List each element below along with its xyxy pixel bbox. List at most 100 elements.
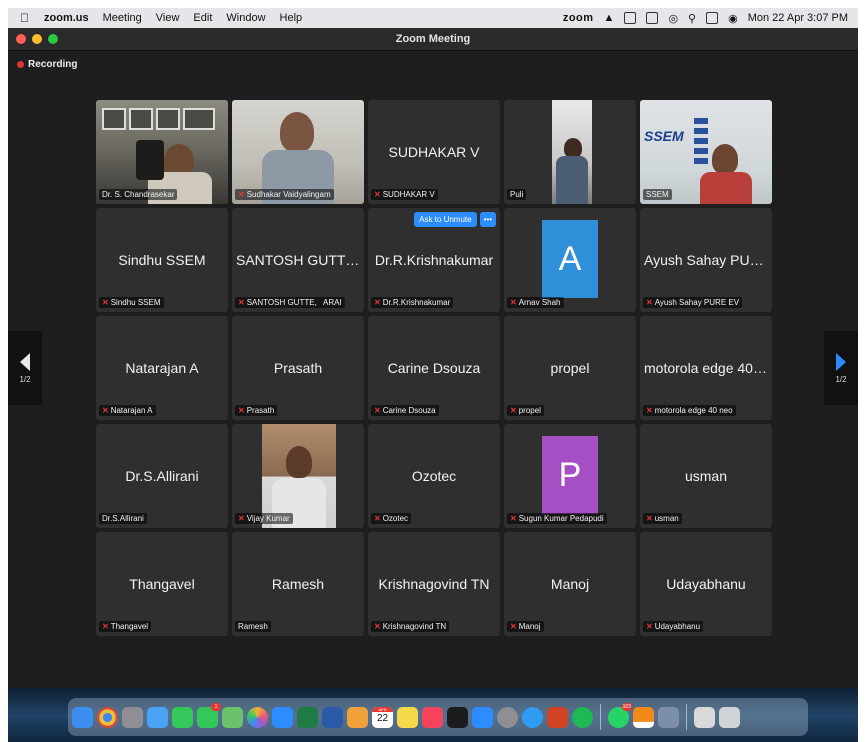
previous-page-button[interactable]: 1/2 bbox=[8, 331, 42, 405]
mail-icon[interactable] bbox=[147, 706, 168, 728]
powerpoint-icon[interactable] bbox=[547, 706, 568, 728]
preview-icon[interactable] bbox=[347, 706, 368, 728]
clock-text[interactable]: Mon 22 Apr 3:07 PM bbox=[748, 12, 848, 24]
calendar-icon[interactable]: APR 22 bbox=[372, 706, 393, 728]
participant-tile-sindhu[interactable]: Sindhu SSEM ✕ Sindhu SSEM bbox=[96, 208, 228, 312]
participant-tile-udayabhanu[interactable]: Udayabhanu ✕ Udayabhanu bbox=[640, 532, 772, 636]
participant-tile-carine[interactable]: Carine Dsouza ✕ Carine Dsouza bbox=[368, 316, 500, 420]
mic-muted-icon: ✕ bbox=[510, 406, 517, 415]
more-options-button[interactable]: ••• bbox=[479, 212, 496, 227]
whatsapp-icon[interactable]: 103 bbox=[608, 702, 632, 728]
video-feed bbox=[552, 100, 592, 204]
close-icon[interactable] bbox=[16, 34, 26, 44]
chrome-icon[interactable] bbox=[97, 706, 118, 728]
participant-tile-thangavel[interactable]: Thangavel ✕ Thangavel bbox=[96, 532, 228, 636]
page-indicator-left: 1/2 bbox=[19, 374, 31, 384]
music-icon[interactable] bbox=[422, 706, 443, 728]
participant-tile-krishnagovind[interactable]: Krishnagovind TN ✕ Krishnagovind TN bbox=[368, 532, 500, 636]
facetime-icon[interactable] bbox=[172, 706, 193, 728]
vlc-icon[interactable] bbox=[633, 706, 654, 728]
participant-tile-propel[interactable]: propel ✕ propel bbox=[504, 316, 636, 420]
participant-tile-sudhakar-vaidyalingam[interactable]: ✕ Sudhakar Vaidyalingam bbox=[232, 100, 364, 204]
menu-view[interactable]: View bbox=[156, 12, 180, 24]
launchpad-icon[interactable] bbox=[122, 706, 143, 728]
zoom-status-icon[interactable]: zoom bbox=[563, 12, 594, 24]
siri-icon[interactable]: ◉ bbox=[728, 12, 738, 25]
safari-icon[interactable] bbox=[522, 706, 543, 728]
participant-name-label: ✕ Ozotec bbox=[371, 513, 412, 524]
menu-app[interactable]: zoom.us bbox=[44, 12, 89, 24]
participant-tile-motorola[interactable]: motorola edge 40 neo ✕ motorola edge 40 … bbox=[640, 316, 772, 420]
participant-tile-usman[interactable]: usman ✕ usman bbox=[640, 424, 772, 528]
participant-tile-puli[interactable]: Puli bbox=[504, 100, 636, 204]
participant-name-label: Ramesh bbox=[235, 621, 271, 632]
whatsapp-badge: 103 bbox=[621, 702, 632, 711]
next-page-button[interactable]: 1/2 bbox=[824, 331, 858, 405]
finder-icon[interactable] bbox=[72, 706, 93, 728]
participant-tile-ayush[interactable]: Ayush Sahay PURE EV ✕ Ayush Sahay PURE E… bbox=[640, 208, 772, 312]
participant-tile-ramesh[interactable]: Ramesh Ramesh bbox=[232, 532, 364, 636]
settings-icon[interactable] bbox=[497, 706, 518, 728]
participant-tile-prasath[interactable]: Prasath ✕ Prasath bbox=[232, 316, 364, 420]
participant-display-name: Dr.R.Krishnakumar bbox=[374, 252, 494, 268]
mic-muted-icon: ✕ bbox=[238, 514, 245, 523]
word-icon[interactable] bbox=[322, 706, 343, 728]
recording-indicator[interactable]: Recording bbox=[17, 59, 77, 70]
mic-muted-icon: ✕ bbox=[238, 190, 245, 199]
participant-tile-santosh[interactable]: SANTOSH GUTTE,... ✕ SANTOSH GUTTE, ARAI bbox=[232, 208, 364, 312]
excel-icon[interactable] bbox=[297, 706, 318, 728]
user-status-icon[interactable]: ▲ bbox=[604, 12, 615, 24]
menu-edit[interactable]: Edit bbox=[193, 12, 212, 24]
mic-muted-icon: ✕ bbox=[646, 514, 653, 523]
appletv-icon[interactable] bbox=[447, 706, 468, 728]
apple-icon[interactable]:  bbox=[20, 11, 34, 25]
wifi-icon[interactable]: ◎ bbox=[668, 12, 678, 25]
spotlight-icon[interactable]: ⚲ bbox=[688, 12, 696, 25]
spotify-icon[interactable] bbox=[572, 706, 593, 728]
control-center-icon[interactable] bbox=[706, 12, 719, 24]
participant-tile-allirani[interactable]: Dr.S.Allirani Dr.S.Allirani bbox=[96, 424, 228, 528]
participant-tile-manoj[interactable]: Manoj ✕ Manoj bbox=[504, 532, 636, 636]
participant-name-label: ✕ Manoj bbox=[507, 621, 544, 632]
mic-muted-icon: ✕ bbox=[646, 622, 653, 631]
messages-icon[interactable]: 1 bbox=[197, 702, 221, 728]
menu-window[interactable]: Window bbox=[226, 12, 265, 24]
notes-icon[interactable] bbox=[397, 706, 418, 728]
minimize-icon[interactable] bbox=[32, 34, 42, 44]
participant-display-name: Ayush Sahay PURE EV bbox=[644, 252, 772, 268]
menu-meeting[interactable]: Meeting bbox=[103, 12, 142, 24]
fullscreen-icon[interactable] bbox=[48, 34, 58, 44]
participant-name-label: ✕ Udayabhanu bbox=[643, 621, 704, 632]
participant-tile-vijay[interactable]: ✕ Vijay Kumar bbox=[232, 424, 364, 528]
dock-separator bbox=[600, 704, 601, 730]
participant-tile-sugun[interactable]: P ✕ Sugun Kumar Pedapudi bbox=[504, 424, 636, 528]
ask-to-unmute-button[interactable]: Ask to Unmute bbox=[414, 212, 477, 227]
disk-utility-icon[interactable] bbox=[658, 706, 679, 728]
maps-icon[interactable] bbox=[222, 706, 243, 728]
mic-muted-icon: ✕ bbox=[646, 298, 653, 307]
page-indicator-right: 1/2 bbox=[835, 374, 847, 384]
mic-muted-icon: ✕ bbox=[510, 298, 517, 307]
photos-icon[interactable] bbox=[247, 706, 268, 728]
chevron-right-icon bbox=[836, 352, 846, 371]
participant-tile-ssem[interactable]: SSEM SSEM bbox=[640, 100, 772, 204]
trash-icon[interactable] bbox=[719, 706, 740, 728]
participant-tile-sudhakar-v[interactable]: SUDHAKAR V ✕ SUDHAKAR V bbox=[368, 100, 500, 204]
menu-help[interactable]: Help bbox=[280, 12, 303, 24]
participant-tile-natarajan[interactable]: Natarajan A ✕ Natarajan A bbox=[96, 316, 228, 420]
participant-tile-chandrasekar[interactable]: Dr. S. Chandrasekar bbox=[96, 100, 228, 204]
participant-tile-arnav[interactable]: A ✕ Arnav Shah bbox=[504, 208, 636, 312]
participant-name-label: ✕ Ayush Sahay PURE EV bbox=[643, 297, 743, 308]
participant-tile-ozotec[interactable]: Ozotec ✕ Ozotec bbox=[368, 424, 500, 528]
participant-name-label: ✕ Dr.R.Krishnakumar bbox=[371, 297, 454, 308]
participant-name-label: ✕ Sudhakar Vaidyalingam bbox=[235, 189, 334, 200]
zoom-icon[interactable] bbox=[272, 706, 293, 728]
battery-icon[interactable] bbox=[646, 12, 659, 24]
participant-display-name: propel bbox=[550, 360, 590, 376]
documents-stack-icon[interactable] bbox=[694, 706, 715, 728]
appstore-icon[interactable] bbox=[472, 706, 493, 728]
chevron-left-icon bbox=[20, 352, 30, 371]
screen-share-icon[interactable] bbox=[624, 12, 637, 24]
mic-muted-icon: ✕ bbox=[374, 406, 381, 415]
participant-tile-krishnakumar[interactable]: Ask to Unmute ••• Dr.R.Krishnakumar ✕ Dr… bbox=[368, 208, 500, 312]
